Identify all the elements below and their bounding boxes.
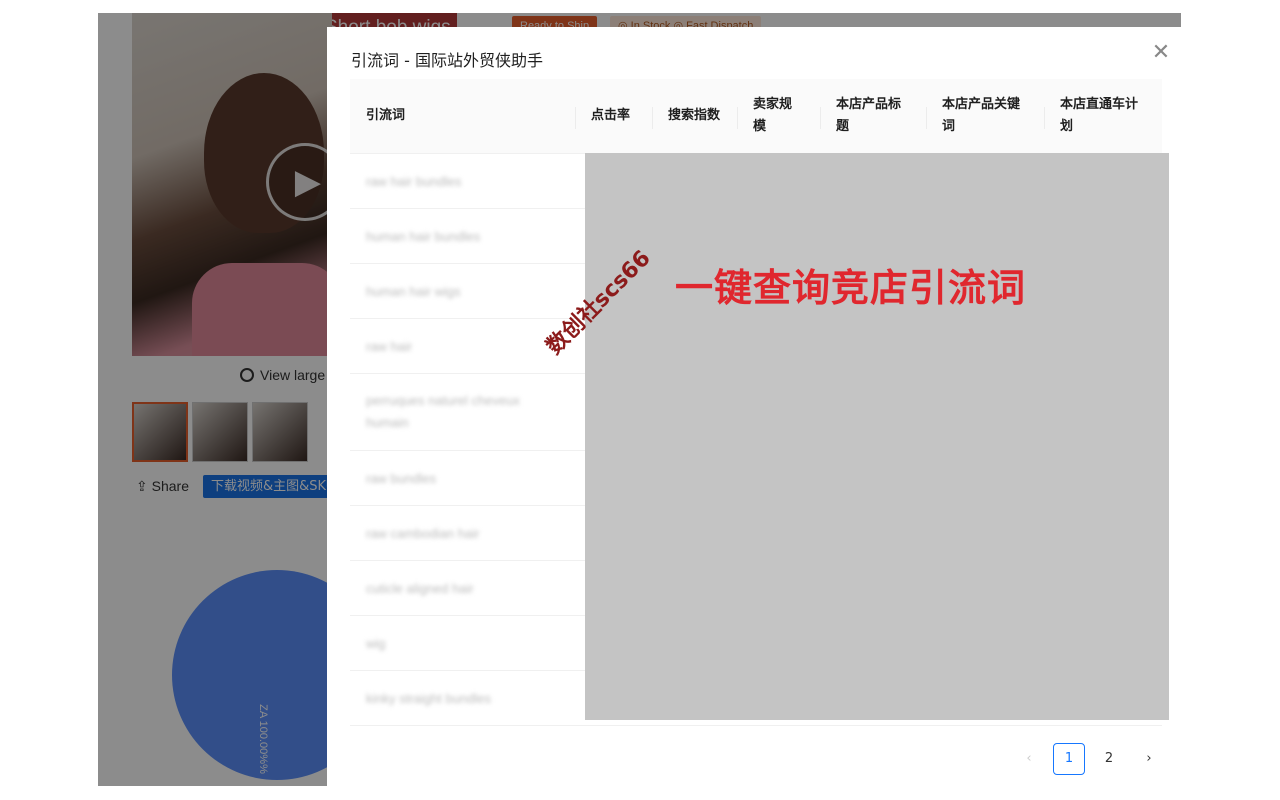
- keyword-cell: raw bundles: [366, 470, 437, 486]
- page-1-button[interactable]: 1: [1053, 743, 1085, 775]
- keyword-cell: perruques naturel cheveux humain: [366, 393, 520, 430]
- column-header: 本店产品关键词: [926, 79, 1044, 153]
- table-header: 引流词 点击率 搜索指数 卖家规模 本店产品标题 本店产品关键词 本店直通车计划: [350, 79, 1162, 154]
- pagination: ‹ 1 2 ›: [1013, 743, 1165, 775]
- next-page-icon[interactable]: ›: [1133, 743, 1165, 775]
- keyword-cell: wig: [366, 635, 386, 651]
- close-icon[interactable]: ✕: [1149, 41, 1173, 65]
- prev-page-icon[interactable]: ‹: [1013, 743, 1045, 775]
- keyword-modal: 引流词 - 国际站外贸侠助手 ✕ 引流词 点击率 搜索指数 卖家规模 本店产品标…: [327, 27, 1181, 800]
- column-header: 搜索指数: [652, 79, 737, 153]
- keyword-cell: human hair wigs: [366, 283, 461, 299]
- column-header: 卖家规模: [737, 79, 820, 153]
- keyword-cell: raw hair: [366, 338, 413, 354]
- column-header: 引流词: [366, 108, 406, 123]
- keyword-cell: cuticle aligned hair: [366, 580, 474, 596]
- column-header: 本店产品标题: [820, 79, 926, 153]
- keyword-cell: raw cambodian hair: [366, 525, 480, 541]
- promo-text: 一键查询竞店引流词: [675, 266, 1027, 310]
- column-header: 点击率: [575, 79, 652, 153]
- keyword-cell: human hair bundles: [366, 228, 481, 244]
- column-header: 本店直通车计划: [1044, 79, 1162, 153]
- data-mask: [585, 153, 1169, 720]
- modal-title: 引流词 - 国际站外贸侠助手: [351, 51, 543, 70]
- page-2-button[interactable]: 2: [1093, 743, 1125, 775]
- keyword-cell: raw hair bundles: [366, 173, 462, 189]
- keyword-cell: kinky straight bundles: [366, 690, 492, 706]
